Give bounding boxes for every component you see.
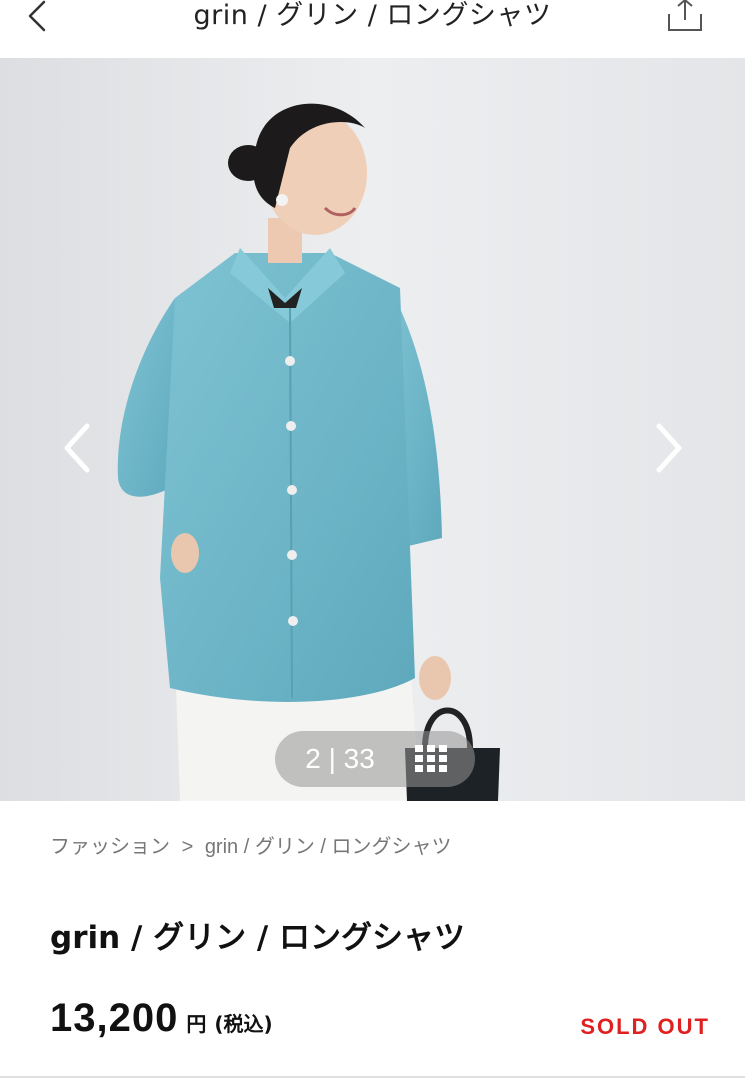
grid-view-button[interactable] [413, 743, 449, 775]
product-image-gallery[interactable]: 2 | 33 [0, 58, 745, 801]
image-counter: 2 | 33 [275, 731, 475, 787]
divider [0, 1076, 745, 1078]
breadcrumb-item-product[interactable]: grin / グリン / ロングシャツ [205, 836, 452, 858]
price-row: 13,200 円 (税込) SOLD OUT [50, 996, 710, 1046]
breadcrumb-separator: > [181, 836, 194, 858]
breadcrumb-item-fashion[interactable]: ファッション [50, 836, 170, 858]
breadcrumb: ファッション > grin / グリン / ロングシャツ [50, 830, 452, 859]
image-counter-text: 2 | 33 [305, 743, 375, 774]
price-currency: 円 [186, 1012, 207, 1036]
price-value: 13,200 [50, 996, 179, 1040]
product-title: grin / グリン / ロングシャツ [50, 920, 465, 956]
share-icon [668, 0, 702, 31]
grid-icon [415, 745, 447, 772]
sold-out-badge: SOLD OUT [580, 1014, 710, 1039]
back-button[interactable] [18, 0, 58, 40]
share-button[interactable] [665, 0, 705, 40]
chevron-right-icon [656, 423, 682, 473]
tax-note: (税込) [214, 1012, 273, 1036]
top-bar: grin / グリン / ロングシャツ [0, 0, 745, 58]
chevron-left-icon [28, 0, 46, 32]
header-title: grin / グリン / ロングシャツ [193, 0, 552, 31]
next-image-button[interactable] [645, 418, 695, 478]
previous-image-button[interactable] [55, 418, 105, 478]
product-photo [0, 58, 745, 801]
chevron-left-icon [64, 423, 90, 473]
